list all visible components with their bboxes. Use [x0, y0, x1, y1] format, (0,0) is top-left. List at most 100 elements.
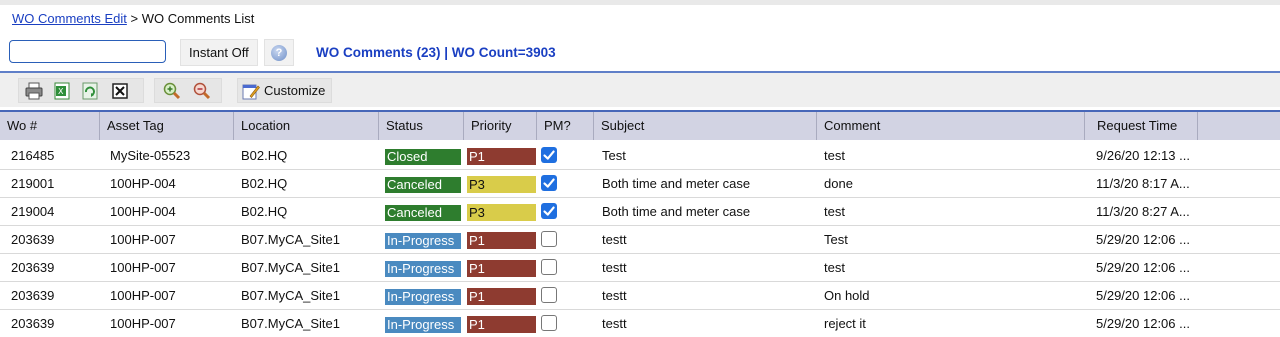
cell-comment: On hold [824, 288, 870, 303]
col-header-pm[interactable]: PM? [537, 112, 594, 140]
pm-checkbox[interactable] [541, 147, 557, 163]
table-row[interactable]: 219004 100HP-004 B02.HQ Both time and meter… [0, 198, 1280, 226]
cell-wo: 203639 [11, 316, 55, 331]
cell-subject: Both time and meter case [602, 204, 751, 219]
cell-wo: 219004 [11, 204, 55, 219]
col-header-wo[interactable]: Wo # [0, 112, 100, 140]
cell-subject: testt [602, 288, 627, 303]
cell-subject: testt [602, 232, 627, 247]
col-header-priority[interactable]: Priority [464, 112, 537, 140]
table-row[interactable]: 203639 100HP-007 B07.MyCA_Site1 testt On hol… [0, 282, 1280, 310]
export-refresh-icon[interactable] [81, 82, 99, 100]
col-header-status[interactable]: Status [379, 112, 464, 140]
col-header-subject[interactable]: Subject [594, 112, 817, 140]
print-icon[interactable] [25, 82, 43, 100]
col-header-request-time[interactable]: Request Time [1085, 112, 1198, 140]
breadcrumb: WO Comments Edit > WO Comments List [12, 11, 254, 26]
svg-text:X: X [58, 87, 64, 96]
help-button[interactable]: ? [264, 39, 294, 66]
priority-badge: P3 [467, 176, 536, 193]
cell-asset-tag: 100HP-007 [110, 316, 176, 331]
status-badge: In-Progress [385, 289, 461, 305]
cell-wo: 203639 [11, 232, 55, 247]
status-badge: In-Progress [385, 233, 461, 249]
col-header-location[interactable]: Location [234, 112, 379, 140]
customize-label: Customize [264, 83, 326, 98]
cell-request-time: 11/3/20 8:27 A... [1096, 204, 1190, 219]
table-row[interactable]: 216485 MySite-05523 B02.HQ Test test 9/26/20 … [0, 142, 1280, 170]
cell-comment: done [824, 176, 853, 191]
cell-comment: test [824, 148, 845, 163]
table-row[interactable]: 203639 100HP-007 B07.MyCA_Site1 testt test 5/… [0, 254, 1280, 282]
cell-wo: 219001 [11, 176, 55, 191]
pm-checkbox[interactable] [541, 287, 557, 303]
cell-wo: 203639 [11, 260, 55, 275]
status-badge: Canceled [385, 177, 461, 193]
cell-wo: 216485 [11, 148, 55, 163]
cell-request-time: 11/3/20 8:17 A... [1096, 176, 1190, 191]
priority-badge: P1 [467, 232, 536, 249]
cell-request-time: 9/26/20 12:13 ... [1096, 148, 1190, 163]
cell-request-time: 5/29/20 12:06 ... [1096, 232, 1190, 247]
cell-comment: test [824, 260, 845, 275]
col-header-asset-tag[interactable]: Asset Tag [100, 112, 234, 140]
pm-checkbox[interactable] [541, 175, 557, 191]
priority-badge: P1 [467, 260, 536, 277]
cell-asset-tag: 100HP-007 [110, 260, 176, 275]
instant-toggle-button[interactable]: Instant Off [180, 39, 258, 66]
cell-location: B02.HQ [241, 148, 288, 163]
status-badge: In-Progress [385, 261, 461, 277]
pm-checkbox[interactable] [541, 259, 557, 275]
zoom-in-icon[interactable] [163, 82, 181, 100]
zoom-out-icon[interactable] [193, 82, 211, 100]
cell-comment: Test [824, 232, 848, 247]
cell-request-time: 5/29/20 12:06 ... [1096, 316, 1190, 331]
record-counts: WO Comments (23) | WO Count=3903 [316, 45, 556, 60]
cell-location: B07.MyCA_Site1 [241, 232, 340, 247]
cell-location: B07.MyCA_Site1 [241, 316, 340, 331]
breadcrumb-current: WO Comments List [141, 11, 255, 26]
search-row: Instant Off ? WO Comments (23) | WO Coun… [0, 38, 1280, 68]
close-box-icon[interactable] [111, 82, 129, 100]
table-row[interactable]: 219001 100HP-004 B02.HQ Both time and meter… [0, 170, 1280, 198]
customize-button[interactable]: Customize [237, 78, 333, 103]
cell-location: B02.HQ [241, 204, 288, 219]
priority-badge: P1 [467, 288, 536, 305]
cell-comment: reject it [824, 316, 866, 331]
cell-subject: testt [602, 260, 627, 275]
col-header-comment[interactable]: Comment [817, 112, 1085, 140]
status-badge: Canceled [385, 205, 461, 221]
cell-request-time: 5/29/20 12:06 ... [1096, 288, 1190, 303]
toolbar: X Customize [0, 73, 1280, 107]
grid-header: Wo # Asset Tag Location Status Priority … [0, 110, 1280, 140]
status-badge: Closed [385, 149, 461, 165]
cell-asset-tag: MySite-05523 [110, 148, 191, 163]
cell-location: B02.HQ [241, 176, 288, 191]
pm-checkbox[interactable] [541, 203, 557, 219]
cell-subject: testt [602, 316, 627, 331]
cell-asset-tag: 100HP-004 [110, 204, 176, 219]
cell-location: B07.MyCA_Site1 [241, 260, 340, 275]
cell-subject: Test [602, 148, 626, 163]
help-icon: ? [271, 45, 287, 61]
breadcrumb-link-wo-comments-edit[interactable]: WO Comments Edit [12, 11, 127, 26]
pm-checkbox[interactable] [541, 231, 557, 247]
search-input[interactable] [9, 40, 166, 63]
export-excel-icon[interactable]: X [53, 82, 71, 100]
cell-request-time: 5/29/20 12:06 ... [1096, 260, 1190, 275]
priority-badge: P3 [467, 204, 536, 221]
cell-asset-tag: 100HP-004 [110, 176, 176, 191]
cell-asset-tag: 100HP-007 [110, 288, 176, 303]
cell-comment: test [824, 204, 845, 219]
customize-icon [242, 82, 260, 100]
toolbar-group-export: X [18, 78, 144, 103]
table-row[interactable]: 203639 100HP-007 B07.MyCA_Site1 testt reject… [0, 310, 1280, 337]
cell-wo: 203639 [11, 288, 55, 303]
toolbar-group-zoom [154, 78, 222, 103]
table-row[interactable]: 203639 100HP-007 B07.MyCA_Site1 testt Test 5/… [0, 226, 1280, 254]
pm-checkbox[interactable] [541, 315, 557, 331]
top-strip [0, 0, 1280, 5]
breadcrumb-separator: > [130, 11, 139, 26]
status-badge: In-Progress [385, 317, 461, 333]
cell-subject: Both time and meter case [602, 176, 751, 191]
